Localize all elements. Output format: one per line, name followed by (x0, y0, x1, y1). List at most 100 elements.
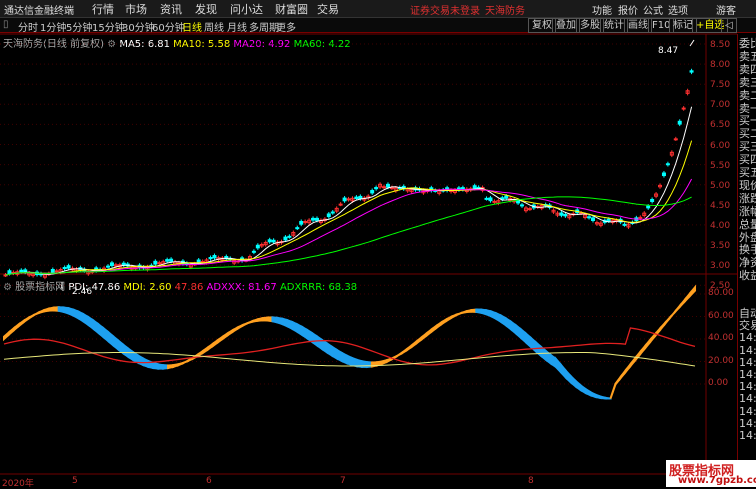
quote-side-panel: 委比卖五卖四卖三卖二卖一买一买二买三买四买五现价涨跌涨幅总量外盘换手净资收益自动… (737, 34, 756, 487)
indicator-y-tick: 20.00 (708, 355, 734, 366)
candle-body (504, 195, 509, 199)
candle-body (338, 203, 343, 206)
side-panel-time: 14:5 (739, 429, 756, 442)
side-panel-label: 卖二 (739, 88, 756, 102)
x-tick-8: 8 (528, 476, 534, 486)
x-tick-2020: 2020年 (2, 479, 34, 489)
main-y-tick: 7.00 (710, 100, 731, 111)
candle-body (106, 265, 111, 268)
kline-chart[interactable] (0, 0, 756, 487)
candle-body (314, 217, 319, 221)
candle-body (385, 183, 390, 188)
candle-body (650, 198, 655, 202)
main-y-tick: 6.50 (710, 120, 731, 131)
ma5-line (5, 106, 693, 276)
candle-body (646, 205, 651, 209)
side-panel-label: 买五 (739, 166, 756, 179)
candle-body (7, 270, 12, 275)
candle-body (287, 235, 292, 238)
dmi-band (689, 284, 697, 299)
candle-body (66, 265, 71, 269)
side-panel-label: 委比 (739, 37, 756, 50)
candle-body (681, 107, 686, 110)
candle-body (661, 172, 666, 177)
ma20-line (5, 178, 693, 276)
candle-body (389, 187, 394, 190)
side-panel-time: 交易 (739, 319, 756, 333)
candle-body (374, 187, 379, 190)
main-y-tick: 5.50 (710, 160, 731, 171)
watermark: 股票指标网 www.7gpzb.com (666, 460, 756, 487)
candle-body (520, 204, 525, 207)
candle-body (330, 211, 335, 214)
side-panel-label: 净资 (739, 256, 756, 270)
indicator-y-tick: 60.00 (708, 310, 734, 321)
candle-body (255, 244, 260, 249)
x-tick-7: 7 (340, 476, 346, 486)
side-panel-label: 买二 (739, 127, 756, 141)
candle-body (587, 216, 592, 219)
candle-body (354, 196, 359, 199)
main-y-tick: 8.50 (710, 40, 731, 50)
side-panel-label: 外盘 (739, 230, 756, 244)
side-panel-label: 卖五 (739, 49, 756, 63)
candle-body (559, 212, 564, 216)
candle-body (295, 227, 300, 230)
candle-body (689, 70, 694, 73)
main-y-tick: 5.00 (710, 180, 731, 191)
main-y-tick: 4.00 (710, 220, 731, 231)
candle-body (50, 268, 55, 273)
candle-body (488, 197, 493, 202)
side-panel-time: 14:5 (739, 416, 756, 430)
side-panel-label: 卖四 (739, 62, 756, 76)
candle-body (165, 259, 170, 262)
main-y-tick: 3.00 (710, 261, 731, 272)
candle-body (109, 262, 114, 267)
candle-body (19, 269, 24, 273)
candle-body (212, 255, 217, 259)
x-axis: 2020年 5 6 7 8 (0, 476, 737, 489)
ma10-line (5, 140, 693, 276)
candle-body (516, 199, 521, 204)
low-price-label: 2.46 (72, 287, 93, 297)
side-panel-time: 14:5 (739, 404, 756, 418)
candle-body (157, 262, 162, 265)
candle-body (665, 163, 670, 166)
candle-body (311, 217, 316, 221)
side-panel-time: 14:5 (739, 355, 756, 369)
main-y-tick: 6.00 (710, 140, 731, 151)
side-panel-time: 14:5 (739, 392, 756, 406)
candle-body (267, 239, 272, 243)
candle-body (342, 197, 347, 202)
side-panel-label: 收益 (739, 269, 756, 283)
side-panel-label: 买四 (739, 153, 756, 167)
candle-body (271, 239, 276, 243)
candle-body (673, 138, 678, 141)
side-panel-label: 总量 (739, 217, 756, 231)
candle-body (563, 214, 568, 217)
candle-body (208, 257, 213, 260)
side-panel-time: 14:5 (739, 331, 756, 345)
candle-body (492, 200, 497, 203)
main-y-tick: 4.50 (710, 200, 731, 211)
candle-body (606, 218, 611, 222)
indicator-y-tick: 80.00 (708, 288, 734, 298)
candle-body (472, 185, 477, 189)
side-panel-time: 14:5 (739, 368, 756, 381)
candle-body (382, 186, 387, 189)
side-panel-label: 买三 (739, 140, 756, 154)
candle-body (326, 213, 331, 218)
candle-body (251, 250, 256, 253)
side-panel-time: 14:5 (739, 380, 756, 394)
ma60-line (5, 196, 692, 276)
candle-body (54, 270, 59, 273)
side-panel-label: 涨幅 (739, 204, 756, 218)
indicator-y-tick: 0.00 (708, 378, 729, 388)
watermark-url: www.7gpzb.com (678, 475, 756, 486)
candle-body (299, 220, 304, 225)
candle-body (283, 236, 288, 241)
candle-body (346, 198, 351, 201)
high-marker (689, 39, 695, 47)
candle-body (358, 195, 363, 200)
side-panel-label: 卖三 (739, 75, 756, 89)
